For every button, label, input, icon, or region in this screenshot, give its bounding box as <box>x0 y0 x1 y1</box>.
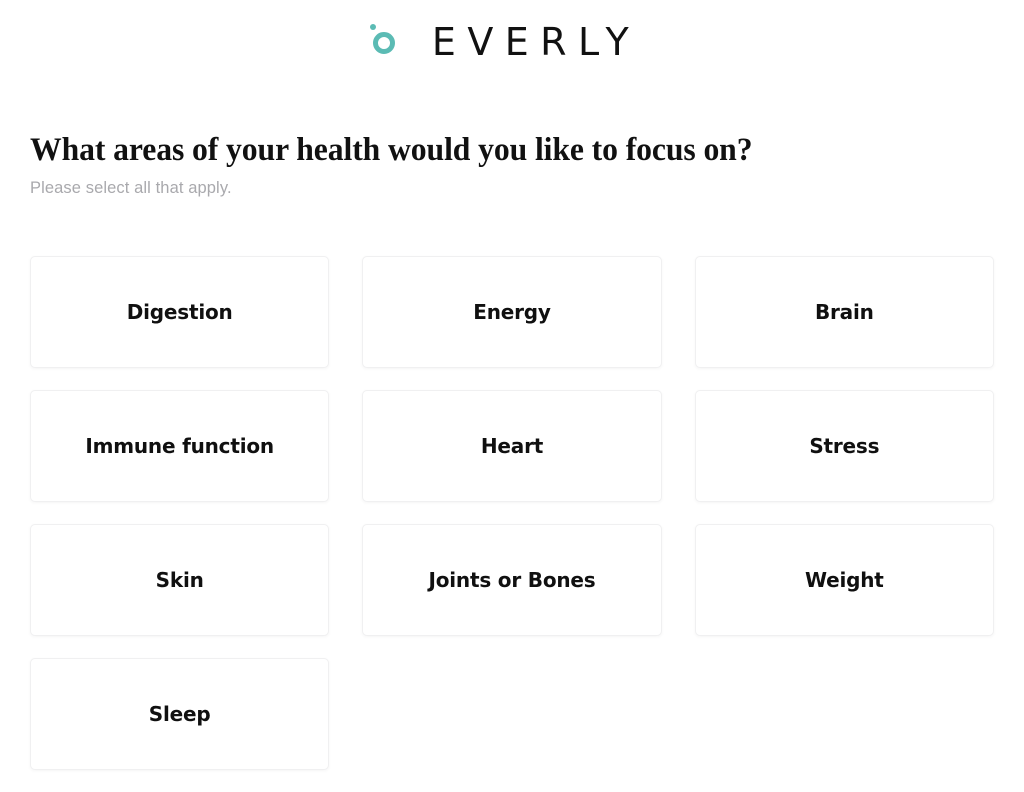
main-content: What areas of your health would you like… <box>0 132 1024 771</box>
option-card-stress[interactable]: Stress <box>694 390 994 503</box>
option-card-skin[interactable]: Skin <box>30 524 330 637</box>
option-label: Brain <box>814 300 874 325</box>
option-card-energy[interactable]: Energy <box>362 256 662 369</box>
brand-lockup[interactable]: EVERLY <box>368 22 640 62</box>
question-block: What areas of your health would you like… <box>30 132 994 198</box>
options-grid: Digestion Energy Brain Immune function H… <box>30 256 994 771</box>
brand-header: EVERLY <box>0 0 1024 84</box>
page-title: What areas of your health would you like… <box>30 132 753 168</box>
brand-wordmark: EVERLY <box>431 20 641 64</box>
option-card-digestion[interactable]: Digestion <box>30 256 330 369</box>
option-label: Immune function <box>85 434 274 459</box>
option-card-sleep[interactable]: Sleep <box>30 658 330 771</box>
option-label: Digestion <box>126 300 233 325</box>
option-card-heart[interactable]: Heart <box>362 390 662 503</box>
option-card-brain[interactable]: Brain <box>694 256 994 369</box>
option-label: Joints or Bones <box>428 568 596 593</box>
option-card-weight[interactable]: Weight <box>694 524 994 637</box>
logo-ring-icon <box>372 32 395 54</box>
option-label: Heart <box>480 434 544 459</box>
option-label: Energy <box>473 300 551 325</box>
everly-ring-icon <box>368 22 408 62</box>
logo-dot-icon <box>369 24 376 30</box>
option-label: Sleep <box>148 702 211 727</box>
option-label: Weight <box>804 568 884 593</box>
option-card-joints-or-bones[interactable]: Joints or Bones <box>362 524 662 637</box>
option-card-immune-function[interactable]: Immune function <box>30 390 330 503</box>
option-label: Skin <box>155 568 204 593</box>
option-label: Stress <box>809 434 880 459</box>
page-subtitle: Please select all that apply. <box>30 179 232 198</box>
